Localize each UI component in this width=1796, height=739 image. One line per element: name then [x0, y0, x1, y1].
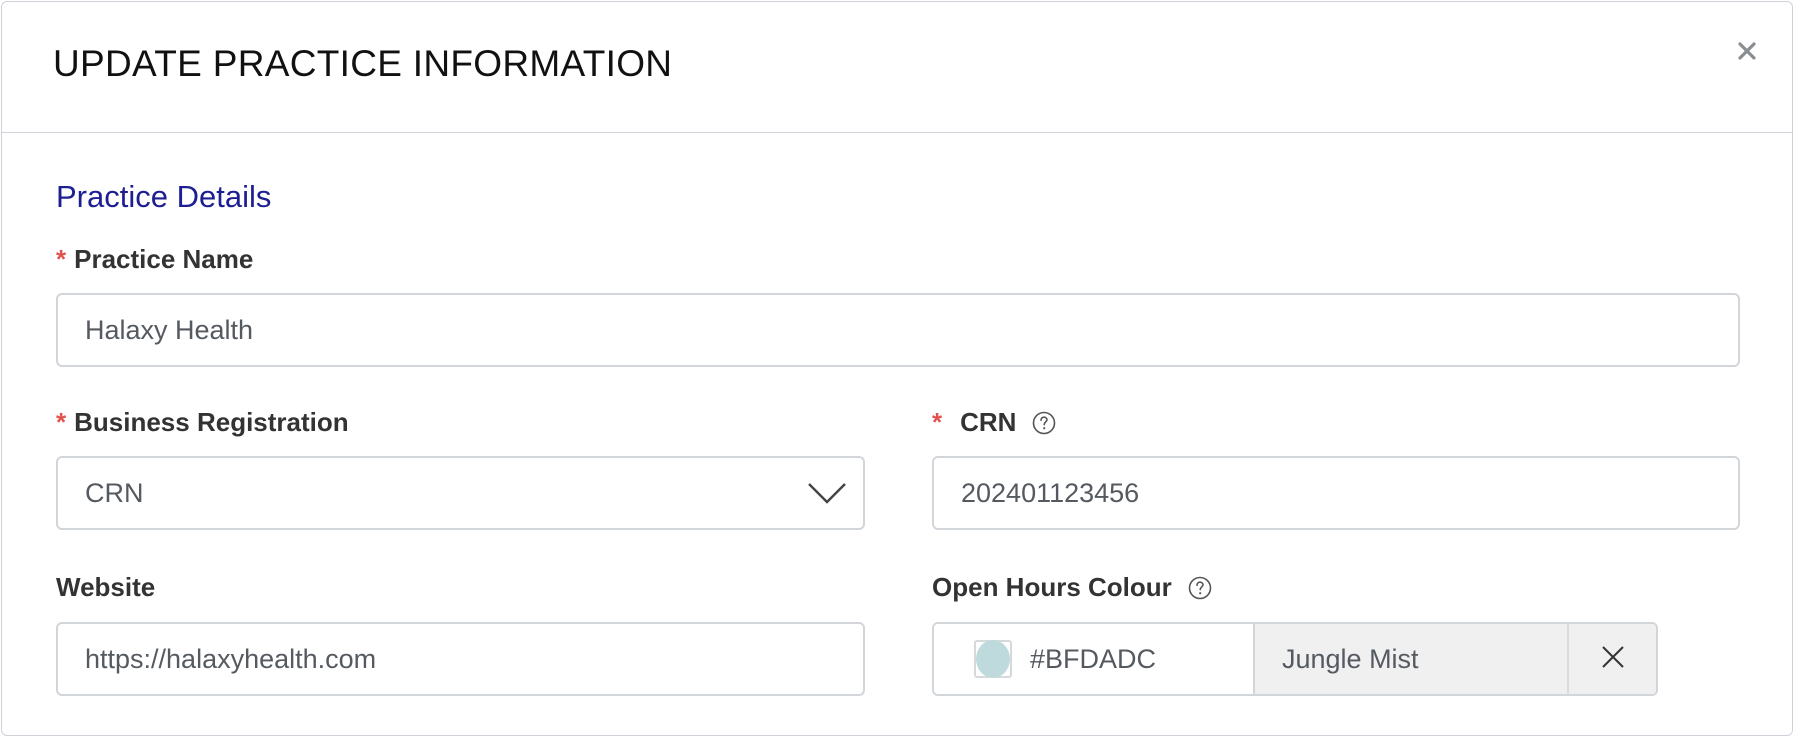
clear-colour-button[interactable] — [1569, 624, 1656, 694]
open-hours-colour-label: Open Hours Colour — [932, 571, 1212, 603]
colour-picker-input[interactable]: #BFDADC — [934, 624, 1255, 694]
business-registration-selected: CRN — [85, 477, 144, 508]
close-icon[interactable] — [1736, 40, 1758, 62]
modal-header: UPDATE PRACTICE INFORMATION — [2, 2, 1792, 133]
practice-name-label-text: Practice Name — [74, 244, 254, 274]
colour-hex-value: #BFDADC — [1030, 643, 1157, 674]
crn-input[interactable]: 202401123456 — [932, 456, 1740, 530]
website-label-text: Website — [56, 572, 156, 602]
crn-value: 202401123456 — [961, 477, 1140, 508]
required-marker: * — [56, 244, 67, 274]
required-marker: * — [56, 407, 67, 437]
help-circle-icon[interactable] — [1188, 575, 1212, 600]
help-circle-icon[interactable] — [1032, 410, 1056, 435]
business-registration-label: * Business Registration — [56, 406, 349, 438]
open-hours-colour-label-text: Open Hours Colour — [932, 572, 1172, 602]
update-practice-modal: UPDATE PRACTICE INFORMATION Practice Det… — [1, 1, 1793, 736]
required-marker: * — [932, 407, 943, 437]
practice-name-input[interactable]: Halaxy Health — [56, 293, 1740, 367]
business-registration-select[interactable]: CRN — [56, 456, 865, 530]
colour-name: Jungle Mist — [1255, 624, 1569, 694]
website-label: Website — [56, 571, 155, 603]
website-input[interactable]: https://halaxyhealth.com — [56, 622, 865, 696]
chevron-down-icon — [807, 480, 847, 506]
crn-label: * CRN — [932, 406, 1056, 438]
close-icon — [1601, 645, 1625, 674]
crn-label-text: CRN — [960, 407, 1017, 437]
open-hours-colour-field: #BFDADC Jungle Mist — [932, 622, 1658, 696]
practice-name-value: Halaxy Health — [85, 314, 254, 345]
practice-name-label: * Practice Name — [56, 243, 253, 275]
colour-swatch[interactable] — [974, 640, 1012, 678]
website-value: https://halaxyhealth.com — [85, 643, 377, 674]
colour-swatch-fill — [976, 640, 1010, 678]
business-registration-label-text: Business Registration — [74, 407, 349, 437]
modal-title: UPDATE PRACTICE INFORMATION — [53, 43, 673, 84]
section-title: Practice Details — [56, 179, 272, 214]
